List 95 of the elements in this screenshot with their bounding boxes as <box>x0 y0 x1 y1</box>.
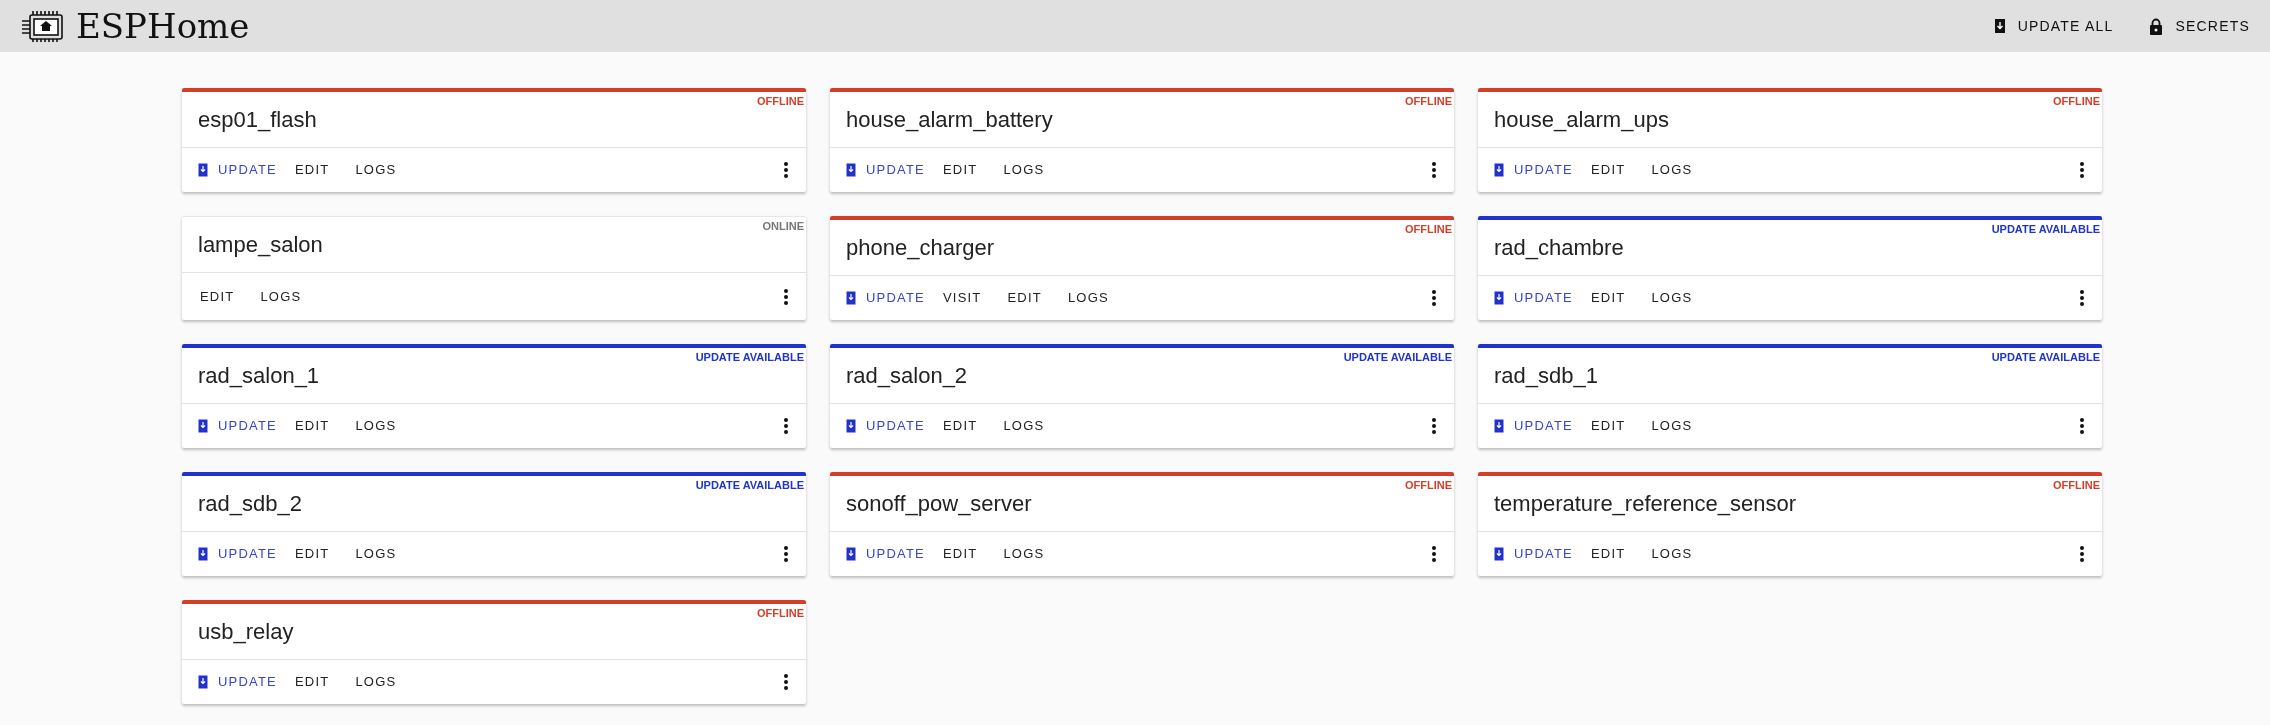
download-device-icon <box>198 547 208 561</box>
status-label: UPDATE AVAILABLE <box>1343 350 1452 365</box>
action-button[interactable]: EDIT <box>286 666 338 698</box>
action-button[interactable]: LOGS <box>995 410 1053 442</box>
download-device-icon <box>846 547 856 561</box>
update-button[interactable]: UPDATE <box>840 282 931 314</box>
lock-icon <box>2149 17 2164 35</box>
download-device-icon <box>198 163 208 177</box>
status-label: ONLINE <box>762 219 804 234</box>
more-vertical-icon <box>2080 162 2084 178</box>
download-device-icon <box>846 163 856 177</box>
action-button[interactable]: EDIT <box>1582 538 1634 570</box>
update-button[interactable]: UPDATE <box>192 666 283 698</box>
download-device-icon <box>846 419 856 433</box>
update-button[interactable]: UPDATE <box>1488 410 1579 442</box>
update-button[interactable]: UPDATE <box>840 154 931 186</box>
status-label: OFFLINE <box>1404 94 1452 109</box>
more-vertical-icon <box>784 288 788 305</box>
device-name: rad_salon_1 <box>198 362 320 390</box>
status-label: UPDATE AVAILABLE <box>1991 222 2100 237</box>
more-vertical-icon <box>1432 162 1436 178</box>
action-button[interactable]: EDIT <box>1582 410 1634 442</box>
action-button[interactable]: EDIT <box>192 280 243 313</box>
action-button[interactable]: EDIT <box>286 538 338 570</box>
status-label: UPDATE AVAILABLE <box>695 350 804 365</box>
device-name: temperature_reference_sensor <box>1494 490 1797 518</box>
status-label: OFFLINE <box>2052 478 2100 493</box>
status-label: UPDATE AVAILABLE <box>695 478 804 493</box>
action-button[interactable]: LOGS <box>1059 282 1117 314</box>
update-button[interactable]: UPDATE <box>1488 154 1579 186</box>
download-device-icon <box>1494 163 1504 177</box>
device-name: rad_chambre <box>1494 234 1624 262</box>
more-vertical-icon <box>784 162 788 178</box>
action-button[interactable]: LOGS <box>1643 282 1701 314</box>
download-device-icon <box>846 291 856 305</box>
action-button[interactable]: LOGS <box>252 280 310 313</box>
download-device-icon <box>198 675 208 689</box>
more-vertical-icon <box>1432 290 1436 306</box>
action-button[interactable]: EDIT <box>999 282 1050 314</box>
device-name: house_alarm_battery <box>846 106 1053 134</box>
action-button[interactable]: LOGS <box>347 538 405 570</box>
update-button[interactable]: UPDATE <box>1488 282 1579 314</box>
download-device-icon <box>1993 18 2006 34</box>
action-button[interactable]: EDIT <box>934 538 986 570</box>
update-button[interactable]: UPDATE <box>840 410 931 442</box>
action-button[interactable]: EDIT <box>286 410 338 442</box>
update-button[interactable]: UPDATE <box>840 538 931 570</box>
more-vertical-icon <box>784 674 788 690</box>
more-vertical-icon <box>1432 546 1436 562</box>
update-button[interactable]: UPDATE <box>192 410 283 442</box>
device-name: house_alarm_ups <box>1494 106 1669 134</box>
status-label: UPDATE AVAILABLE <box>1991 350 2100 365</box>
action-button[interactable]: VISIT <box>934 282 990 314</box>
action-button[interactable]: EDIT <box>934 410 986 442</box>
action-button[interactable]: EDIT <box>934 154 986 186</box>
action-button[interactable]: EDIT <box>1582 154 1634 186</box>
action-button[interactable]: EDIT <box>1582 282 1634 314</box>
action-button[interactable]: LOGS <box>347 154 405 186</box>
device-name: phone_charger <box>846 234 994 262</box>
action-button[interactable]: LOGS <box>995 154 1053 186</box>
status-label: OFFLINE <box>756 94 804 109</box>
device-name: rad_sdb_2 <box>198 490 302 518</box>
download-device-icon <box>198 419 208 433</box>
device-name: esp01_flash <box>198 106 317 134</box>
secrets-button[interactable]: SECRETS <box>2141 9 2258 43</box>
status-label: OFFLINE <box>1404 478 1452 493</box>
download-device-icon <box>1494 419 1504 433</box>
more-vertical-icon <box>1432 418 1436 434</box>
action-button[interactable]: LOGS <box>347 410 405 442</box>
status-label: OFFLINE <box>1404 222 1452 237</box>
action-button[interactable]: LOGS <box>347 666 405 698</box>
more-vertical-icon <box>784 546 788 562</box>
more-vertical-icon <box>2080 418 2084 434</box>
device-name: sonoff_pow_server <box>846 490 1032 518</box>
status-label: OFFLINE <box>756 606 804 621</box>
download-device-icon <box>1494 291 1504 305</box>
more-vertical-icon <box>2080 546 2084 562</box>
action-button[interactable]: LOGS <box>1643 538 1701 570</box>
status-label: OFFLINE <box>2052 94 2100 109</box>
update-all-button[interactable]: UPDATE ALL <box>1985 9 2122 43</box>
more-vertical-icon <box>784 418 788 434</box>
device-name: rad_sdb_1 <box>1494 362 1598 390</box>
device-name: rad_salon_2 <box>846 362 968 390</box>
update-button[interactable]: UPDATE <box>1488 538 1579 570</box>
download-device-icon <box>1494 547 1504 561</box>
action-button[interactable]: EDIT <box>286 154 338 186</box>
device-name: lampe_salon <box>198 231 323 259</box>
action-button[interactable]: LOGS <box>1643 154 1701 186</box>
app-title: ESPHome <box>76 9 250 43</box>
update-button[interactable]: UPDATE <box>192 538 283 570</box>
more-vertical-icon <box>2080 290 2084 306</box>
action-button[interactable]: LOGS <box>995 538 1053 570</box>
action-button[interactable]: LOGS <box>1643 410 1701 442</box>
update-button[interactable]: UPDATE <box>192 154 283 186</box>
device-name: usb_relay <box>198 618 294 646</box>
